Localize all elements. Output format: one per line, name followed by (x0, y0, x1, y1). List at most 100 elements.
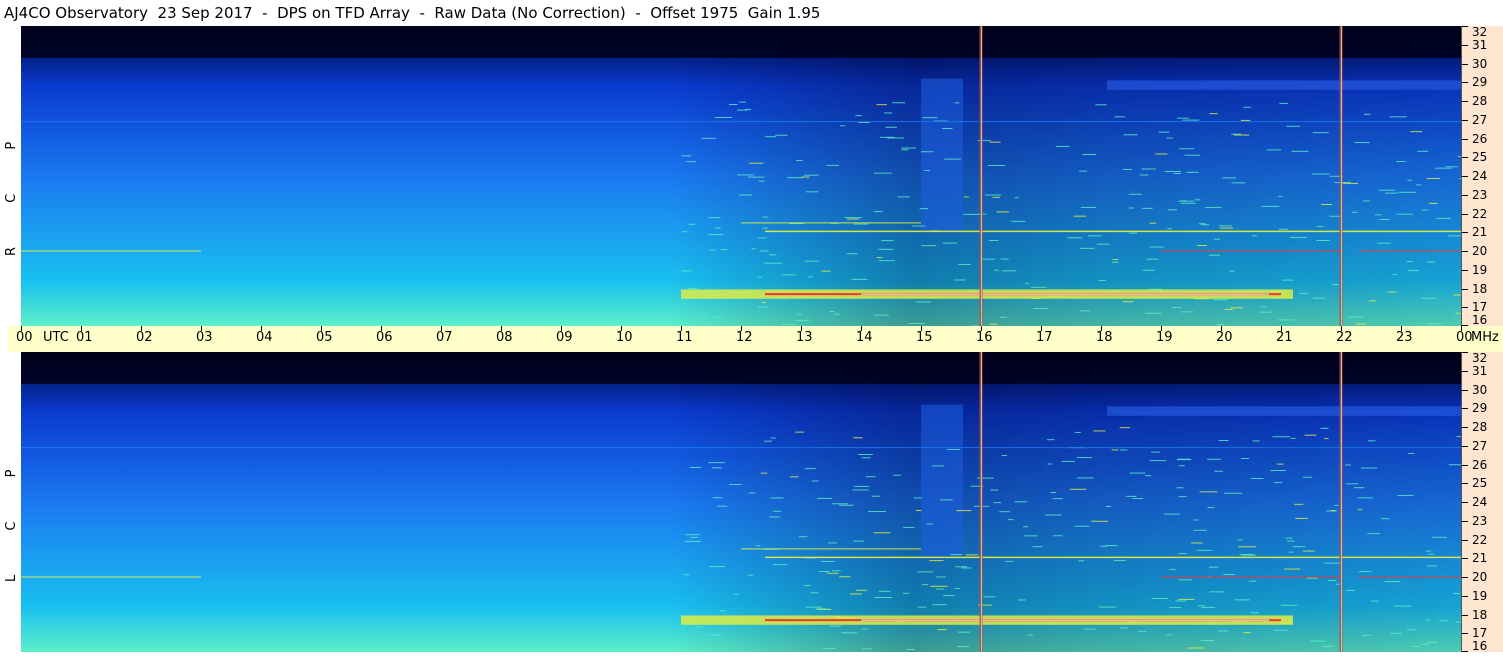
noise-speck (1331, 284, 1339, 286)
lcp-frequency-axis: 16 17 18 19 20 21 22 23 24 25 26 27 28 29 30 31 32 (1461, 352, 1503, 652)
noise-speck (1273, 629, 1288, 631)
noise-speck (906, 649, 915, 651)
noise-speck (751, 248, 756, 250)
noise-speck (810, 592, 819, 594)
noise-speck (1426, 565, 1437, 567)
noise-speck (1353, 487, 1365, 489)
noise-speck (1421, 297, 1437, 299)
noise-speck (1201, 607, 1216, 609)
noise-speck (715, 227, 721, 229)
noise-speck (1149, 246, 1164, 248)
noise-speck (1252, 440, 1260, 442)
noise-speck (1073, 215, 1087, 217)
noise-speck (1209, 566, 1219, 568)
noise-speck (1276, 463, 1284, 465)
noise-speck (926, 523, 934, 525)
noise-speck (1406, 261, 1414, 263)
night-shading (21, 352, 1461, 652)
noise-speck (709, 634, 722, 636)
noise-speck (1111, 449, 1119, 451)
noise-speck (1139, 174, 1149, 176)
noise-speck (929, 560, 944, 562)
noise-speck (1024, 535, 1038, 537)
noise-speck (902, 592, 910, 594)
noise-speck (828, 542, 838, 544)
noise-speck (712, 316, 722, 318)
noise-speck (1238, 546, 1256, 548)
noise-speck (1289, 236, 1307, 238)
time-tick-label: 02 (136, 330, 153, 345)
noise-speck (709, 249, 716, 251)
noise-speck (1027, 634, 1034, 636)
noise-speck (876, 257, 883, 259)
noise-speck (1167, 209, 1178, 211)
noise-speck (1105, 545, 1118, 547)
noise-speck (1178, 200, 1195, 202)
freq-tick (1462, 520, 1468, 522)
noise-speck (826, 572, 839, 574)
time-tick-label: 20 (1216, 330, 1233, 345)
noise-speck (1286, 125, 1301, 127)
noise-speck (1216, 324, 1225, 326)
freq-tick (1462, 307, 1468, 309)
rcp-label-area: R C P (0, 26, 21, 326)
noise-speck (764, 440, 773, 442)
noise-speck (917, 606, 927, 608)
noise-speck (1114, 116, 1125, 118)
freq-tick (1462, 119, 1468, 121)
freq-tick-label: 30 (1472, 56, 1488, 71)
noise-speck (1320, 427, 1329, 429)
noise-speck (1426, 177, 1441, 179)
noise-speck (963, 196, 969, 198)
noise-speck (1324, 438, 1329, 440)
noise-speck (1176, 459, 1192, 461)
noise-speck (988, 164, 1006, 166)
noise-speck (764, 262, 783, 264)
noise-speck (1082, 154, 1097, 156)
freq-tick-label: 27 (1472, 112, 1488, 127)
noise-speck (944, 158, 961, 160)
freq-tick-label: 17 (1472, 300, 1488, 315)
noise-speck (769, 516, 780, 518)
freq-tick (1462, 445, 1468, 447)
time-tick-label: 09 (556, 330, 573, 345)
time-axis: 00 01 02 03 04 05 06 07 08 09 10 11 12 13 14 15 16 17 18 19… (8, 326, 1503, 352)
freq-tick (1462, 232, 1468, 234)
noise-speck (1230, 307, 1244, 309)
noise-speck (1379, 189, 1396, 191)
noise-speck (942, 242, 958, 244)
time-tick-label: 05 (316, 330, 333, 345)
noise-speck (958, 263, 971, 265)
noise-speck (1259, 306, 1267, 308)
noise-speck (839, 576, 851, 578)
noise-speck (976, 477, 994, 479)
noise-speck (1155, 153, 1168, 155)
noise-speck (1266, 149, 1282, 151)
noise-speck (1421, 209, 1429, 211)
noise-speck (821, 560, 835, 562)
noise-speck (901, 147, 917, 149)
noise-speck (1288, 551, 1294, 553)
noise-speck (755, 545, 760, 547)
noise-speck (957, 646, 970, 648)
time-tick-label: 08 (496, 330, 513, 345)
noise-speck (1193, 519, 1199, 521)
noise-speck (1410, 131, 1422, 133)
noise-speck (990, 489, 999, 491)
noise-speck (984, 194, 1002, 196)
noise-speck (908, 323, 925, 325)
freq-tick (1462, 558, 1468, 560)
noise-speck (804, 260, 819, 262)
noise-speck (897, 196, 910, 198)
noise-speck (1280, 604, 1298, 606)
noise-speck (805, 606, 822, 608)
noise-speck (729, 483, 742, 485)
noise-speck (873, 172, 892, 174)
noise-speck (1357, 497, 1373, 499)
noise-speck (879, 260, 895, 262)
noise-speck (1294, 503, 1304, 505)
noise-speck (1164, 170, 1182, 172)
noise-speck (858, 453, 873, 455)
noise-speck (1196, 549, 1213, 551)
time-tick-label: 17 (1036, 330, 1053, 345)
